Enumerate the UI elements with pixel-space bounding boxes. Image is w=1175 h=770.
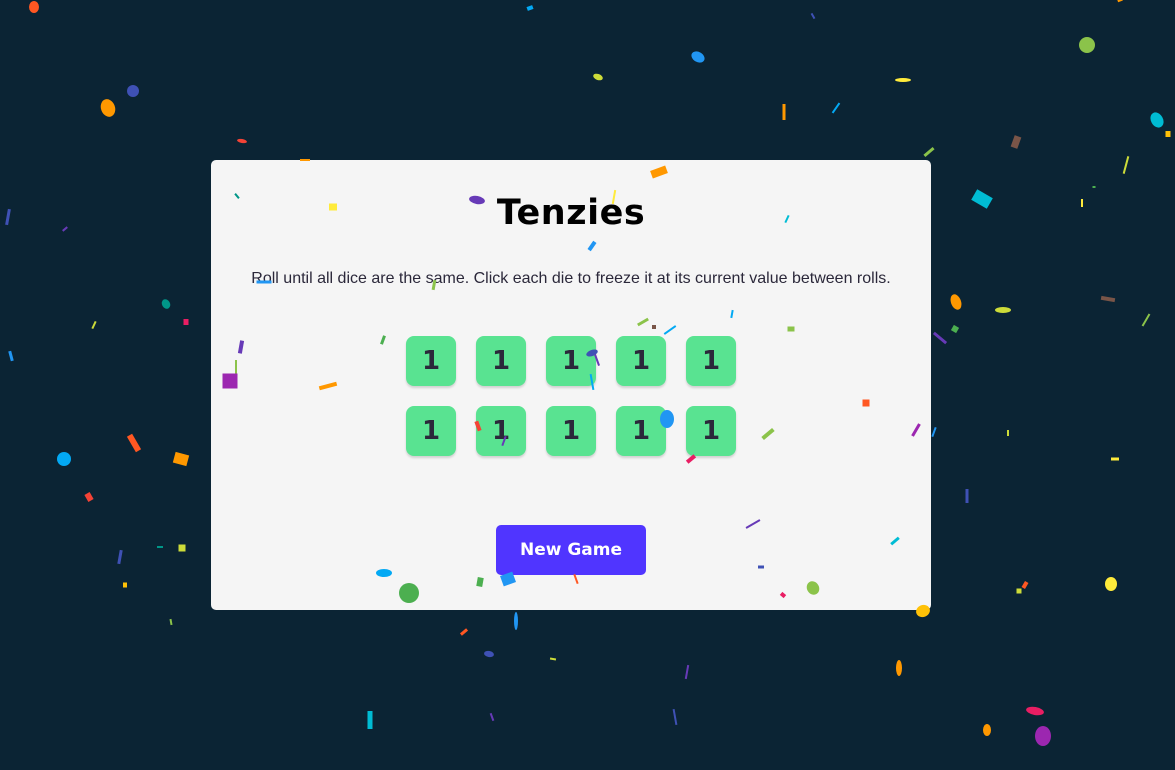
confetti-piece: [62, 226, 68, 232]
die-8[interactable]: 1: [546, 406, 596, 456]
confetti-piece: [172, 451, 190, 467]
confetti-piece: [1122, 156, 1130, 174]
confetti-piece: [831, 102, 841, 114]
confetti-piece: [950, 294, 962, 310]
confetti-piece: [1016, 588, 1022, 594]
confetti-piece: [8, 350, 14, 362]
confetti-piece: [932, 331, 948, 345]
confetti-piece: [1010, 135, 1022, 149]
die-1[interactable]: 1: [406, 336, 456, 386]
confetti-piece: [1081, 199, 1083, 207]
confetti-piece: [1100, 295, 1116, 303]
confetti-piece: [950, 324, 960, 334]
confetti-piece: [691, 51, 705, 63]
die-5[interactable]: 1: [686, 336, 736, 386]
confetti-piece: [895, 78, 911, 82]
game-title: Tenzies: [496, 193, 646, 233]
confetti-piece: [183, 319, 189, 325]
confetti-piece: [684, 664, 690, 680]
die-10[interactable]: 1: [686, 406, 736, 456]
confetti-piece: [57, 452, 71, 466]
confetti-piece: [100, 99, 116, 117]
confetti-piece: [1165, 131, 1171, 137]
confetti-piece: [593, 73, 603, 81]
game-card: Tenzies Roll until all dice are the same…: [211, 160, 931, 610]
confetti-piece: [367, 711, 373, 729]
confetti-piece: [484, 650, 494, 658]
confetti-piece: [91, 320, 97, 330]
confetti-piece: [923, 146, 935, 158]
confetti-piece: [782, 104, 786, 120]
confetti-piece: [896, 660, 902, 676]
confetti-piece: [1026, 706, 1044, 716]
confetti-piece: [5, 208, 11, 226]
confetti-piece: [169, 618, 173, 626]
confetti-piece: [931, 426, 937, 438]
confetti-piece: [489, 712, 495, 722]
die-7[interactable]: 1: [476, 406, 526, 456]
confetti-piece: [810, 12, 816, 20]
confetti-piece: [237, 138, 247, 144]
confetti-piece: [965, 489, 969, 503]
dice-container: 1 1 1 1 1 1 1 1 1 1: [406, 336, 736, 456]
die-3[interactable]: 1: [546, 336, 596, 386]
confetti-piece: [549, 657, 557, 661]
confetti-piece: [157, 546, 163, 548]
confetti-piece: [29, 1, 39, 13]
confetti-piece: [1141, 313, 1151, 327]
confetti-piece: [1150, 112, 1164, 128]
confetti-piece: [1021, 580, 1029, 590]
die-6[interactable]: 1: [406, 406, 456, 456]
confetti-piece: [178, 544, 186, 552]
confetti-piece: [1079, 37, 1095, 53]
confetti-piece: [526, 5, 534, 11]
confetti-piece: [514, 612, 518, 630]
confetti-piece: [971, 189, 993, 209]
confetti-piece: [126, 433, 142, 453]
confetti-piece: [1007, 430, 1009, 436]
confetti-piece: [117, 549, 123, 565]
confetti-piece: [161, 299, 171, 309]
confetti-piece: [672, 708, 678, 726]
confetti-piece: [459, 628, 469, 636]
game-instructions: Roll until all dice are the same. Click …: [251, 270, 891, 287]
confetti-piece: [995, 307, 1011, 313]
confetti-piece: [1105, 577, 1117, 591]
die-2[interactable]: 1: [476, 336, 526, 386]
confetti-piece: [84, 492, 94, 502]
confetti-piece: [127, 85, 139, 97]
confetti-piece: [983, 724, 991, 736]
die-4[interactable]: 1: [616, 336, 666, 386]
die-9[interactable]: 1: [616, 406, 666, 456]
confetti-piece: [123, 582, 127, 588]
confetti-piece: [1111, 457, 1119, 461]
confetti-piece: [1117, 0, 1123, 3]
new-game-button[interactable]: New Game: [496, 525, 646, 575]
confetti-piece: [1035, 726, 1051, 746]
confetti-piece: [1092, 186, 1096, 188]
